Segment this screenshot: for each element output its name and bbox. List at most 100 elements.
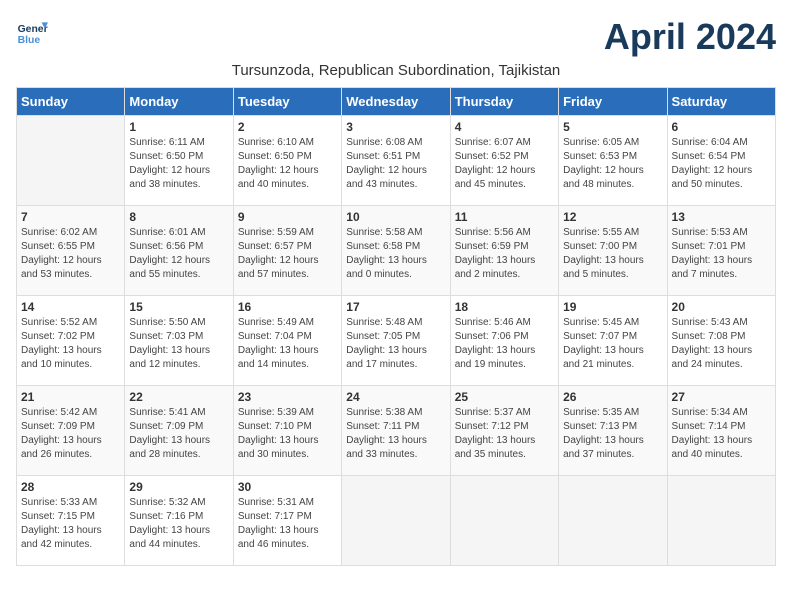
calendar-body: 1Sunrise: 6:11 AMSunset: 6:50 PMDaylight… bbox=[17, 116, 776, 566]
col-header-friday: Friday bbox=[559, 88, 667, 116]
day-info: Sunrise: 5:35 AMSunset: 7:13 PMDaylight:… bbox=[563, 406, 662, 462]
calendar-cell: 2 Sunrise: 6:10 AMSunset: 6:50 PMDaylight… bbox=[233, 116, 341, 206]
calendar-table: SundayMondayTuesdayWednesdayThursdayFrid… bbox=[16, 87, 776, 566]
day-number: 28 bbox=[21, 480, 120, 494]
calendar-cell bbox=[342, 476, 450, 566]
calendar-cell: 30 Sunrise: 5:31 AMSunset: 7:17 PMDayligh… bbox=[233, 476, 341, 566]
calendar-cell: 4 Sunrise: 6:07 AMSunset: 6:52 PMDaylight… bbox=[450, 116, 558, 206]
day-info: Sunrise: 6:02 AMSunset: 6:55 PMDaylight:… bbox=[21, 226, 120, 282]
day-info: Sunrise: 6:08 AMSunset: 6:51 PMDaylight:… bbox=[346, 136, 445, 192]
calendar-cell: 12 Sunrise: 5:55 AMSunset: 7:00 PMDayligh… bbox=[559, 206, 667, 296]
calendar-cell: 3 Sunrise: 6:08 AMSunset: 6:51 PMDaylight… bbox=[342, 116, 450, 206]
calendar-week-1: 1Sunrise: 6:11 AMSunset: 6:50 PMDaylight… bbox=[17, 116, 776, 206]
day-number: 21 bbox=[21, 390, 120, 404]
col-header-tuesday: Tuesday bbox=[233, 88, 341, 116]
day-number: 23 bbox=[238, 390, 337, 404]
day-info: Sunrise: 5:39 AMSunset: 7:10 PMDaylight:… bbox=[238, 406, 337, 462]
day-info: Sunrise: 5:31 AMSunset: 7:17 PMDaylight:… bbox=[238, 496, 337, 552]
day-number: 18 bbox=[455, 300, 554, 314]
day-info: Sunrise: 5:43 AMSunset: 7:08 PMDaylight:… bbox=[672, 316, 771, 372]
calendar-cell bbox=[17, 116, 125, 206]
calendar-cell: 19Sunrise: 5:45 AMSunset: 7:07 PMDayligh… bbox=[559, 296, 667, 386]
day-info: Sunrise: 5:32 AMSunset: 7:16 PMDaylight:… bbox=[129, 496, 228, 552]
day-number: 24 bbox=[346, 390, 445, 404]
calendar-cell: 27 Sunrise: 5:34 AMSunset: 7:14 PMDayligh… bbox=[667, 386, 775, 476]
month-title: April 2024 bbox=[604, 16, 776, 58]
day-number: 17 bbox=[346, 300, 445, 314]
day-info: Sunrise: 6:05 AMSunset: 6:53 PMDaylight:… bbox=[563, 136, 662, 192]
day-number: 6 bbox=[672, 120, 771, 134]
day-info: Sunrise: 6:10 AMSunset: 6:50 PMDaylight:… bbox=[238, 136, 337, 192]
svg-text:Blue: Blue bbox=[18, 35, 41, 46]
calendar-cell: 15 Sunrise: 5:50 AMSunset: 7:03 PMDayligh… bbox=[125, 296, 233, 386]
day-number: 15 bbox=[129, 300, 228, 314]
calendar-week-4: 21 Sunrise: 5:42 AMSunset: 7:09 PMDayligh… bbox=[17, 386, 776, 476]
day-number: 14 bbox=[21, 300, 120, 314]
calendar-cell: 1Sunrise: 6:11 AMSunset: 6:50 PMDaylight… bbox=[125, 116, 233, 206]
day-number: 29 bbox=[129, 480, 228, 494]
day-number: 11 bbox=[455, 210, 554, 224]
col-header-saturday: Saturday bbox=[667, 88, 775, 116]
calendar-week-3: 14 Sunrise: 5:52 AMSunset: 7:02 PMDayligh… bbox=[17, 296, 776, 386]
col-header-thursday: Thursday bbox=[450, 88, 558, 116]
day-number: 10 bbox=[346, 210, 445, 224]
day-info: Sunrise: 6:01 AMSunset: 6:56 PMDaylight:… bbox=[129, 226, 228, 282]
day-info: Sunrise: 5:48 AMSunset: 7:05 PMDaylight:… bbox=[346, 316, 445, 372]
calendar-cell: 23 Sunrise: 5:39 AMSunset: 7:10 PMDayligh… bbox=[233, 386, 341, 476]
calendar-cell: 28 Sunrise: 5:33 AMSunset: 7:15 PMDayligh… bbox=[17, 476, 125, 566]
calendar-cell: 7 Sunrise: 6:02 AMSunset: 6:55 PMDaylight… bbox=[17, 206, 125, 296]
subtitle: Tursunzoda, Republican Subordination, Ta… bbox=[16, 62, 776, 79]
calendar-week-5: 28 Sunrise: 5:33 AMSunset: 7:15 PMDayligh… bbox=[17, 476, 776, 566]
day-number: 2 bbox=[238, 120, 337, 134]
day-info: Sunrise: 5:59 AMSunset: 6:57 PMDaylight:… bbox=[238, 226, 337, 282]
day-info: Sunrise: 5:34 AMSunset: 7:14 PMDaylight:… bbox=[672, 406, 771, 462]
calendar-cell: 24Sunrise: 5:38 AMSunset: 7:11 PMDayligh… bbox=[342, 386, 450, 476]
day-info: Sunrise: 6:04 AMSunset: 6:54 PMDaylight:… bbox=[672, 136, 771, 192]
title-block: April 2024 bbox=[604, 16, 776, 58]
col-header-wednesday: Wednesday bbox=[342, 88, 450, 116]
calendar-cell: 11 Sunrise: 5:56 AMSunset: 6:59 PMDayligh… bbox=[450, 206, 558, 296]
calendar-cell bbox=[559, 476, 667, 566]
day-info: Sunrise: 5:46 AMSunset: 7:06 PMDaylight:… bbox=[455, 316, 554, 372]
calendar-cell: 25Sunrise: 5:37 AMSunset: 7:12 PMDayligh… bbox=[450, 386, 558, 476]
logo-icon: General Blue bbox=[16, 16, 48, 48]
day-number: 8 bbox=[129, 210, 228, 224]
day-info: Sunrise: 5:52 AMSunset: 7:02 PMDaylight:… bbox=[21, 316, 120, 372]
calendar-cell: 9 Sunrise: 5:59 AMSunset: 6:57 PMDaylight… bbox=[233, 206, 341, 296]
day-info: Sunrise: 5:56 AMSunset: 6:59 PMDaylight:… bbox=[455, 226, 554, 282]
day-number: 7 bbox=[21, 210, 120, 224]
day-info: Sunrise: 5:45 AMSunset: 7:07 PMDaylight:… bbox=[563, 316, 662, 372]
calendar-cell: 16Sunrise: 5:49 AMSunset: 7:04 PMDayligh… bbox=[233, 296, 341, 386]
day-info: Sunrise: 6:11 AMSunset: 6:50 PMDaylight:… bbox=[129, 136, 228, 192]
day-number: 26 bbox=[563, 390, 662, 404]
day-number: 12 bbox=[563, 210, 662, 224]
page-header: General Blue April 2024 bbox=[16, 16, 776, 58]
col-header-sunday: Sunday bbox=[17, 88, 125, 116]
calendar-cell: 26 Sunrise: 5:35 AMSunset: 7:13 PMDayligh… bbox=[559, 386, 667, 476]
calendar-cell: 20Sunrise: 5:43 AMSunset: 7:08 PMDayligh… bbox=[667, 296, 775, 386]
day-info: Sunrise: 5:42 AMSunset: 7:09 PMDaylight:… bbox=[21, 406, 120, 462]
calendar-week-2: 7 Sunrise: 6:02 AMSunset: 6:55 PMDaylight… bbox=[17, 206, 776, 296]
day-info: Sunrise: 6:07 AMSunset: 6:52 PMDaylight:… bbox=[455, 136, 554, 192]
day-number: 27 bbox=[672, 390, 771, 404]
day-number: 9 bbox=[238, 210, 337, 224]
day-info: Sunrise: 5:37 AMSunset: 7:12 PMDaylight:… bbox=[455, 406, 554, 462]
calendar-cell: 5Sunrise: 6:05 AMSunset: 6:53 PMDaylight… bbox=[559, 116, 667, 206]
day-number: 13 bbox=[672, 210, 771, 224]
day-info: Sunrise: 5:41 AMSunset: 7:09 PMDaylight:… bbox=[129, 406, 228, 462]
day-number: 30 bbox=[238, 480, 337, 494]
day-info: Sunrise: 5:53 AMSunset: 7:01 PMDaylight:… bbox=[672, 226, 771, 282]
calendar-cell: 17 Sunrise: 5:48 AMSunset: 7:05 PMDayligh… bbox=[342, 296, 450, 386]
calendar-cell bbox=[450, 476, 558, 566]
day-number: 3 bbox=[346, 120, 445, 134]
day-info: Sunrise: 5:58 AMSunset: 6:58 PMDaylight:… bbox=[346, 226, 445, 282]
calendar-cell: 8 Sunrise: 6:01 AMSunset: 6:56 PMDaylight… bbox=[125, 206, 233, 296]
day-info: Sunrise: 5:33 AMSunset: 7:15 PMDaylight:… bbox=[21, 496, 120, 552]
day-number: 4 bbox=[455, 120, 554, 134]
day-info: Sunrise: 5:55 AMSunset: 7:00 PMDaylight:… bbox=[563, 226, 662, 282]
day-info: Sunrise: 5:50 AMSunset: 7:03 PMDaylight:… bbox=[129, 316, 228, 372]
logo: General Blue bbox=[16, 16, 52, 48]
calendar-cell: 13 Sunrise: 5:53 AMSunset: 7:01 PMDayligh… bbox=[667, 206, 775, 296]
calendar-cell: 18 Sunrise: 5:46 AMSunset: 7:06 PMDayligh… bbox=[450, 296, 558, 386]
calendar-cell: 22Sunrise: 5:41 AMSunset: 7:09 PMDayligh… bbox=[125, 386, 233, 476]
